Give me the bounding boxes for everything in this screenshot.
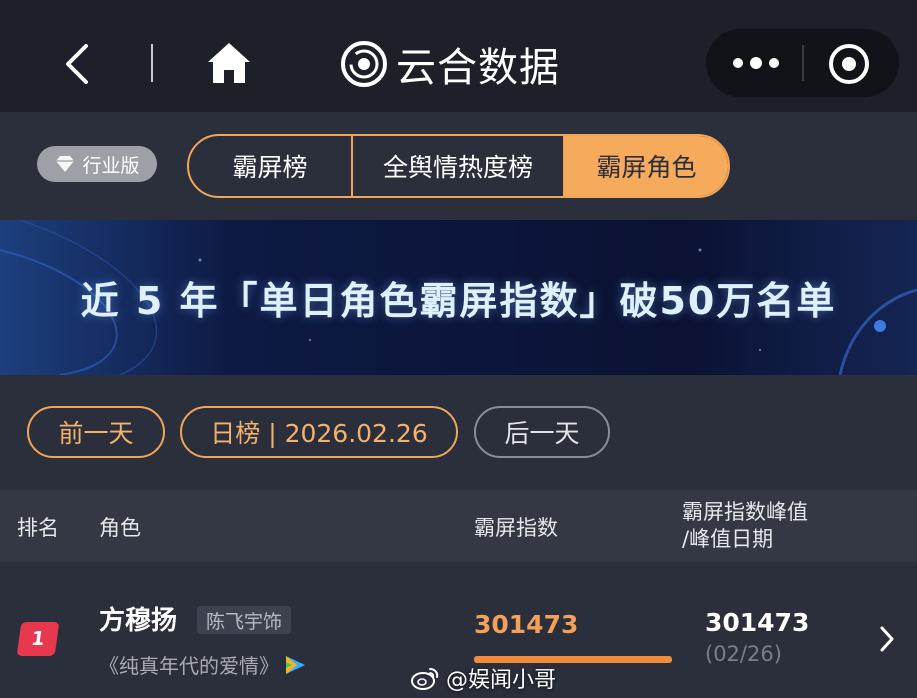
column-header-peak-line2: /峰值日期 <box>682 527 774 551</box>
previous-day-button[interactable]: 前一天 <box>27 406 165 458</box>
nav-divider <box>151 44 153 82</box>
top-navigation-bar: 云合数据 <box>0 0 917 112</box>
actor-tag: 陈飞宇饰 <box>197 606 292 634</box>
brand-logo-icon <box>341 41 387 87</box>
column-header-index: 霸屏指数 <box>474 516 558 540</box>
capsule-divider <box>802 45 804 81</box>
close-circle-icon[interactable] <box>826 41 872 87</box>
weibo-icon <box>411 668 439 690</box>
more-icon[interactable] <box>728 49 784 77</box>
home-icon[interactable] <box>204 38 254 88</box>
brand: 云合数据 <box>340 36 560 92</box>
current-date-selector[interactable]: 日榜 | 2026.02.26 <box>180 406 458 458</box>
video-platform-icon <box>286 655 305 674</box>
brand-name: 云合数据 <box>396 45 560 91</box>
back-icon[interactable] <box>58 38 98 90</box>
column-header-peak-line1: 霸屏指数峰值 <box>682 500 808 524</box>
date-navigation: 前一天 日榜 | 2026.02.26 后一天 <box>0 375 917 490</box>
diamond-icon <box>56 156 75 172</box>
tab-screen-dominance-roles[interactable]: 霸屏角色 <box>565 136 728 196</box>
role-name: 方穆扬 <box>99 606 178 636</box>
chevron-right-icon[interactable] <box>878 624 896 654</box>
column-header-rank: 排名 <box>17 516 59 540</box>
table-header: 排名 角色 霸屏指数 霸屏指数峰值 /峰值日期 <box>0 490 917 562</box>
watermark-text: @娱闻小哥 <box>446 668 557 693</box>
weibo-watermark: @娱闻小哥 <box>410 662 556 694</box>
column-header-peak: 霸屏指数峰值 /峰值日期 <box>682 499 808 553</box>
ranking-tabs: 霸屏榜 全舆情热度榜 霸屏角色 <box>187 134 730 198</box>
promo-banner[interactable]: 近 5 年「单日角色霸屏指数」破50万名单 <box>0 220 917 375</box>
peak-index-value: 301473 <box>705 608 810 637</box>
ranking-tab-row: 行业版 霸屏榜 全舆情热度榜 霸屏角色 <box>0 112 917 220</box>
edition-badge[interactable]: 行业版 <box>37 146 157 182</box>
screen-index-value: 301473 <box>474 610 579 639</box>
banner-title: 近 5 年「单日角色霸屏指数」破50万名单 <box>80 279 837 323</box>
edition-label: 行业版 <box>82 154 140 177</box>
rank-badge: 1 <box>16 622 60 656</box>
tab-screen-dominance-list[interactable]: 霸屏榜 <box>189 136 353 196</box>
drama-title: 《纯真年代的爱情》 <box>99 650 307 679</box>
tab-public-opinion-heat-list[interactable]: 全舆情热度榜 <box>353 136 565 196</box>
drama-title-text: 《纯真年代的爱情》 <box>99 654 279 678</box>
mini-program-capsule <box>706 29 899 97</box>
column-header-role: 角色 <box>99 516 141 540</box>
next-day-button[interactable]: 后一天 <box>474 406 610 458</box>
peak-date: (02/26) <box>705 642 782 666</box>
